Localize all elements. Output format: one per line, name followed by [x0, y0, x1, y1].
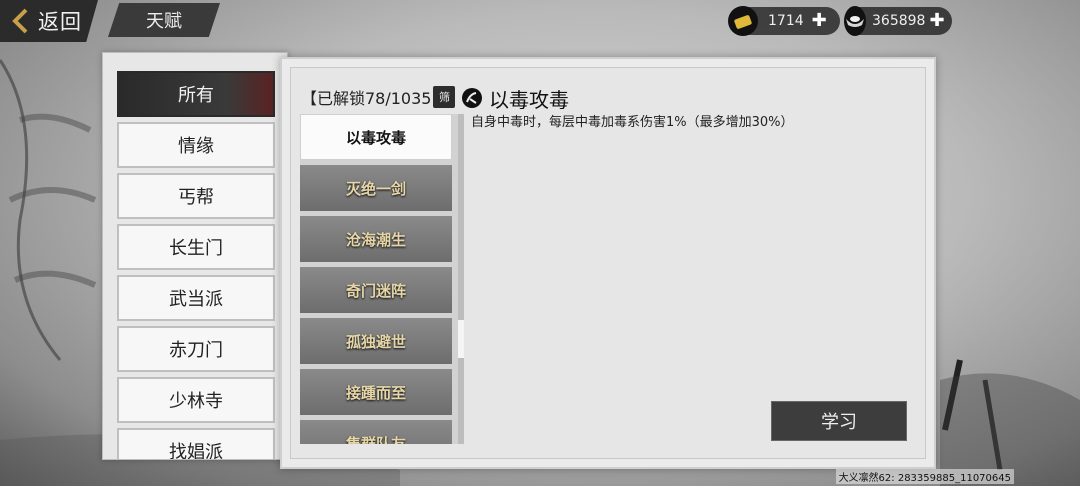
- category-chidao[interactable]: 赤刀门: [117, 326, 275, 372]
- talent-item[interactable]: 以毒攻毒: [300, 114, 452, 160]
- category-shaolin[interactable]: 少林寺: [117, 377, 275, 423]
- gold-ingot-icon: [728, 6, 758, 36]
- scroll-thumb[interactable]: [458, 320, 464, 358]
- selected-talent-header: 以毒攻毒: [461, 83, 569, 113]
- silver-ingot-icon: [844, 6, 866, 36]
- silver-amount: 365898: [872, 13, 926, 29]
- selected-talent-name: 以毒攻毒: [489, 87, 569, 112]
- learn-button[interactable]: 学习: [771, 401, 907, 441]
- add-silver-button[interactable]: ✚: [929, 12, 944, 30]
- gold-amount: 1714: [768, 13, 804, 29]
- category-wudang[interactable]: 武当派: [117, 275, 275, 321]
- talent-item[interactable]: 奇门迷阵: [300, 267, 452, 313]
- back-button[interactable]: 返回: [0, 0, 98, 42]
- page-title-tab: 天赋: [108, 3, 220, 37]
- add-gold-button[interactable]: ✚: [812, 12, 827, 30]
- category-romance[interactable]: 情缘: [117, 122, 275, 168]
- unlock-counter: 【已解锁78/1035 筛: [301, 84, 456, 110]
- category-list: 所有 情缘 丐帮 长生门 武当派 赤刀门 少林寺 找娼派: [117, 71, 275, 459]
- talent-item[interactable]: 集群队友: [300, 420, 452, 444]
- talent-list-scrollbar[interactable]: [458, 114, 464, 444]
- footer-id-text: 大义凛然62: 283359885_11070645: [835, 469, 1014, 484]
- talent-item[interactable]: 灭绝一剑: [300, 165, 452, 211]
- talent-description: 自身中毒时，每层中毒加毒系伤害1%（最多增加30%）: [471, 115, 794, 130]
- silver-currency: 365898 ✚: [844, 6, 952, 36]
- talent-item[interactable]: 沧海潮生: [300, 216, 452, 262]
- category-beggar-sect[interactable]: 丐帮: [117, 173, 275, 219]
- chevron-left-icon: [12, 8, 28, 34]
- category-changsheng[interactable]: 长生门: [117, 224, 275, 270]
- talent-item[interactable]: 接踵而至: [300, 369, 452, 415]
- gold-currency: 1714 ✚: [728, 6, 840, 36]
- top-bar: 返回 天赋 1714 ✚ 365898 ✚: [0, 0, 1080, 44]
- category-all[interactable]: 所有: [117, 71, 275, 117]
- back-label: 返回: [38, 10, 82, 34]
- unlock-text: 【已解锁78/1035: [301, 89, 432, 108]
- category-item-8[interactable]: 找娼派: [117, 428, 275, 459]
- category-panel: 所有 情缘 丐帮 长生门 武当派 赤刀门 少林寺 找娼派: [102, 52, 288, 460]
- filter-button[interactable]: 筛: [433, 86, 456, 108]
- talent-item[interactable]: 孤独避世: [300, 318, 452, 364]
- talent-list: 以毒攻毒 灭绝一剑 沧海潮生 奇门迷阵 孤独避世 接踵而至 集群队友: [300, 114, 458, 444]
- talent-emblem-icon: [462, 88, 482, 108]
